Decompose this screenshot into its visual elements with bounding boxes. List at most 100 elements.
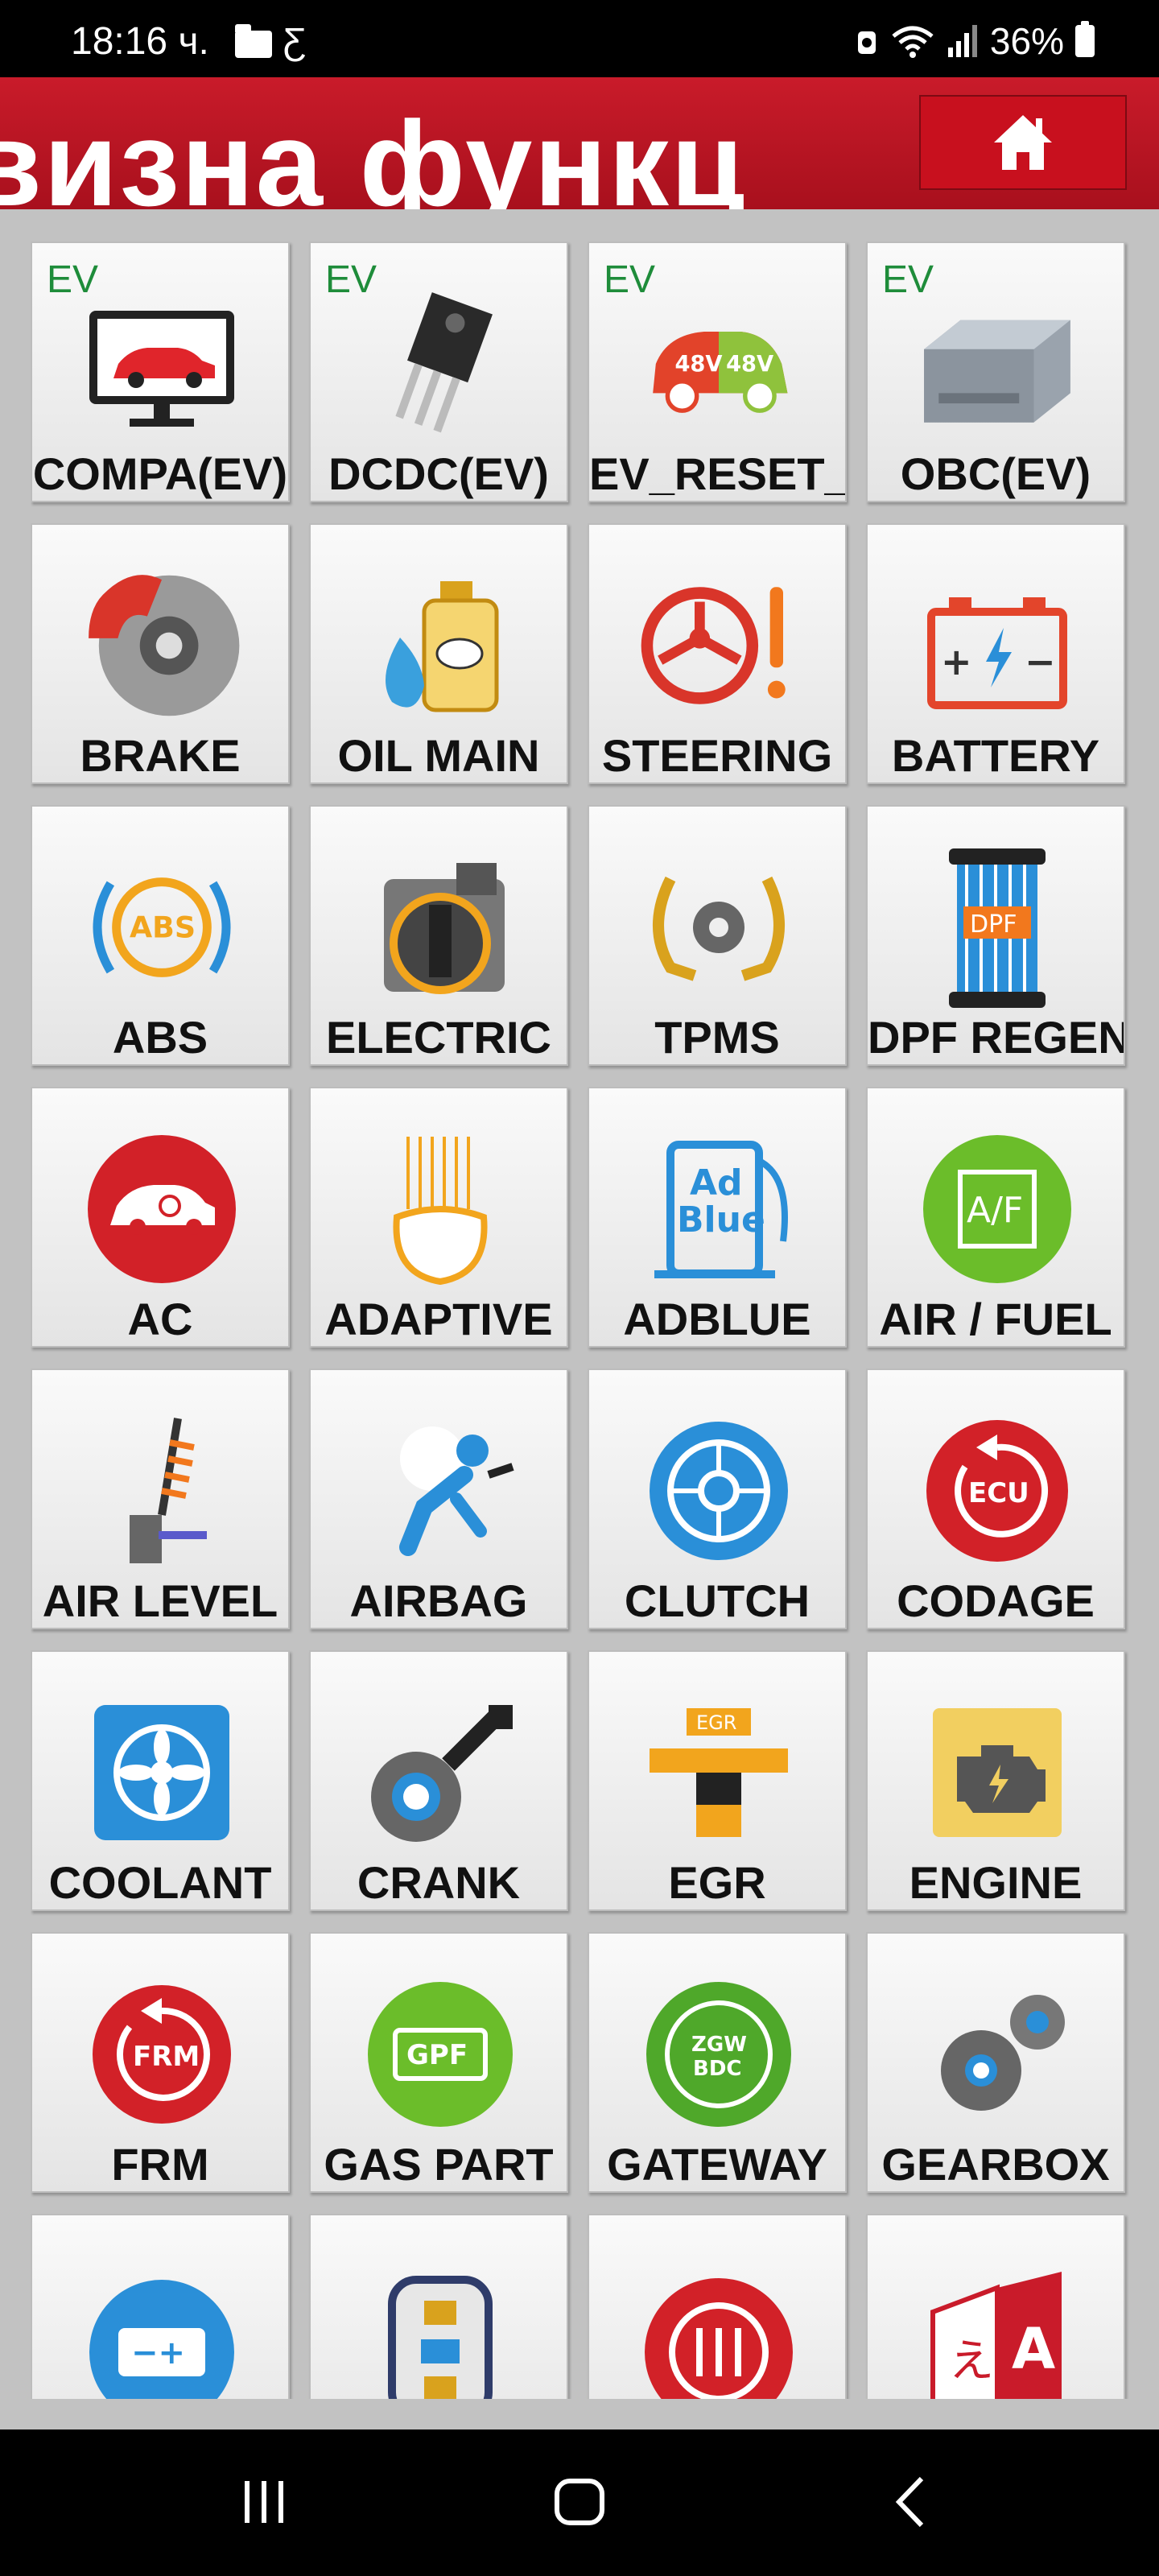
tile-airbag[interactable]: AIRBAG [309, 1368, 568, 1629]
tile-label: GEARBOX [881, 2139, 1110, 2190]
tile-adaptive[interactable]: ADAPTIVE [309, 1087, 568, 1348]
tile-label: OBC(EV) [900, 448, 1091, 499]
clutch-icon [638, 1410, 799, 1571]
key-lock-icon [360, 2256, 521, 2399]
battery-icon [1075, 21, 1095, 57]
tile-ac[interactable]: AC [31, 1087, 290, 1348]
tile-electric[interactable]: ELECTRIC [309, 805, 568, 1066]
tile-label: BATTERY [891, 730, 1100, 781]
nav-home-icon [555, 2479, 604, 2525]
alarm-icon [857, 31, 876, 54]
tile-air-fuel[interactable]: A/F AIR / FUEL [866, 1087, 1125, 1348]
status-bar: 18:16 ч. Ƹ 36% [0, 0, 1159, 77]
tile-battery-reset[interactable]: −+ [31, 2214, 290, 2399]
tile-label: DCDC(EV) [328, 448, 549, 499]
status-right: 36% [855, 19, 1095, 63]
tile-obc-ev[interactable]: EV OBC(EV) [866, 242, 1125, 502]
ac-car-icon [81, 1129, 242, 1290]
tile-label: BRAKE [80, 730, 241, 781]
tile-abs[interactable]: ABS ABS [31, 805, 290, 1066]
tile-egr[interactable]: EGR EGR [588, 1650, 847, 1911]
svg-text:BDC: BDC [693, 2057, 741, 2081]
engine-warning-icon [917, 1692, 1078, 1853]
svg-text:ZGW: ZGW [691, 2033, 747, 2057]
header-bar: визна функц [0, 77, 1159, 209]
signal-icon [947, 25, 977, 57]
tile-gateway[interactable]: ZGW BDC GATEWAY [588, 1932, 847, 2193]
frm-icon: FRM [81, 1974, 242, 2135]
tile-label: CODAGE [897, 1575, 1095, 1626]
status-glyph: Ƹ [283, 20, 307, 62]
oil-bottle-icon [360, 565, 521, 726]
home-button[interactable] [919, 95, 1127, 190]
tile-compa-ev[interactable]: EV COMPA(EV) [31, 242, 290, 502]
tile-gearbox[interactable]: GEARBOX [866, 1932, 1125, 2193]
gpf-icon: GPF [360, 1974, 521, 2135]
adblue-icon: Ad Blue [638, 1129, 799, 1290]
tile-oil-main[interactable]: OIL MAIN [309, 523, 568, 784]
48v-car-icon: 48V 48V [638, 283, 799, 444]
tile-label: AIRBAG [349, 1575, 528, 1626]
tile-label: EGR [668, 1857, 766, 1908]
coolant-fan-icon [81, 1692, 242, 1853]
tile-brake[interactable]: BRAKE [31, 523, 290, 784]
tile-steering[interactable]: STEERING [588, 523, 847, 784]
svg-text:Blue: Blue [677, 1199, 765, 1241]
svg-text:GPF: GPF [406, 2039, 468, 2071]
tile-ev-reset[interactable]: EV 48V 48V EV_RESET_ [588, 242, 847, 502]
nav-home-button[interactable] [547, 2470, 612, 2534]
tile-tpms[interactable]: TPMS [588, 805, 847, 1066]
tile-label: AC [127, 1294, 193, 1344]
dpf-icon: DPF [917, 847, 1078, 1008]
tile-label: ADBLUE [623, 1294, 811, 1344]
tile-gas-part[interactable]: GPF GAS PART [309, 1932, 568, 2193]
tile-crank[interactable]: CRANK [309, 1650, 568, 1911]
tile-dcdc-ev[interactable]: EV DCDC(EV) [309, 242, 568, 502]
tile-clutch[interactable]: CLUTCH [588, 1368, 847, 1629]
svg-text:え: え [949, 2335, 994, 2388]
tile-label: COOLANT [48, 1857, 272, 1908]
tile-adblue[interactable]: Ad Blue ADBLUE [588, 1087, 847, 1348]
tile-label: AIR LEVEL [42, 1575, 278, 1626]
folder-icon [235, 24, 272, 58]
tile-label: CLUTCH [624, 1575, 810, 1626]
recent-apps-button[interactable] [232, 2470, 296, 2534]
tile-language[interactable]: えA [866, 2214, 1125, 2399]
tile-sliders[interactable] [588, 2214, 847, 2399]
tile-battery[interactable]: + − BATTERY [866, 523, 1125, 784]
svg-text:48V: 48V [726, 352, 773, 377]
suspension-icon [81, 1410, 242, 1571]
tile-air-level[interactable]: AIR LEVEL [31, 1368, 290, 1629]
svg-text:48V: 48V [674, 352, 722, 377]
tile-codage[interactable]: ECU CODAGE [866, 1368, 1125, 1629]
back-button[interactable] [877, 2470, 942, 2534]
tile-frm[interactable]: FRM FRM [31, 1932, 290, 2193]
throttle-body-icon [360, 847, 521, 1008]
back-icon [895, 2476, 924, 2528]
page-title: визна функц [0, 113, 747, 209]
tile-label: EV_RESET_ [589, 448, 845, 499]
function-grid: EV COMPA(EV) EV DCDC(EV) EV 48V 48V EV_RE… [31, 242, 1130, 2399]
air-fuel-icon: A/F [917, 1129, 1078, 1290]
svg-text:FRM: FRM [133, 2041, 200, 2073]
ecu-icon: ECU [917, 1410, 1078, 1571]
tile-label: CRANK [357, 1857, 521, 1908]
tile-label: DPF REGEN [868, 1012, 1124, 1063]
tile-engine[interactable]: ENGINE [866, 1650, 1125, 1911]
tile-label: STEERING [601, 730, 833, 781]
svg-text:Ad: Ad [690, 1162, 743, 1203]
tile-coolant[interactable]: COOLANT [31, 1650, 290, 1911]
status-time: 18:16 ч. [71, 20, 209, 63]
tile-label: OIL MAIN [337, 730, 540, 781]
svg-text:EGR: EGR [696, 1711, 736, 1734]
svg-text:DPF: DPF [970, 910, 1017, 939]
headlight-icon [360, 1129, 521, 1290]
svg-text:A/F: A/F [967, 1190, 1023, 1231]
egr-valve-icon: EGR [638, 1692, 799, 1853]
wifi-icon [892, 26, 934, 58]
airbag-icon [360, 1410, 521, 1571]
tile-key[interactable] [309, 2214, 568, 2399]
svg-text:−: − [1025, 640, 1056, 683]
battery-pack-icon [917, 283, 1078, 444]
tile-dpf-regen[interactable]: DPF DPF REGEN [866, 805, 1125, 1066]
